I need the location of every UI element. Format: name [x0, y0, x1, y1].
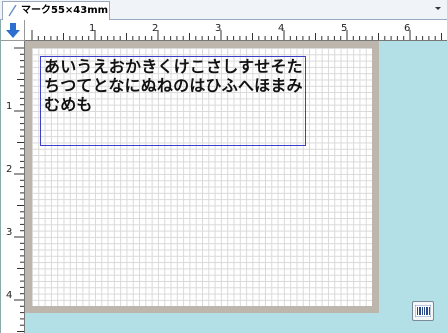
- ruler-top-label: 3: [215, 23, 221, 34]
- vertical-ruler: 1 2 3 4: [1, 41, 25, 333]
- horizontal-ruler: 1 2 3 4 5 6: [25, 20, 447, 41]
- ruler-top-label: 1: [89, 23, 95, 34]
- text-object[interactable]: あいうえおかきくけこさしすせそたちつてとなにぬねのはひふへほまみむめも: [40, 56, 306, 146]
- tab-strip: マーク55×43mm: [0, 0, 447, 20]
- ruler-left-label: 3: [6, 227, 12, 238]
- ruler-origin[interactable]: [1, 20, 25, 41]
- tab-label-document[interactable]: マーク55×43mm: [2, 1, 110, 20]
- text-object-content: あいうえおかきくけこさしすせそたちつてとなにぬねのはひふへほまみむめも: [44, 57, 303, 114]
- ruler-top-label: 2: [152, 23, 158, 34]
- ruler-left-label: 1: [6, 101, 12, 112]
- label-mark-icon: [8, 5, 17, 17]
- ruler-top-label: 6: [404, 23, 410, 34]
- chevron-down-icon[interactable]: [435, 7, 441, 10]
- barcode-icon: [415, 305, 431, 317]
- barcode-button[interactable]: [412, 301, 434, 321]
- ruler-left-label: 2: [6, 164, 12, 175]
- tab-label-text: マーク55×43mm: [21, 5, 109, 16]
- ruler-top-label: 4: [278, 23, 284, 34]
- ruler-top-label: 5: [341, 23, 347, 34]
- ruler-left-label: 4: [6, 290, 12, 301]
- origin-arrow-icon: [6, 23, 20, 38]
